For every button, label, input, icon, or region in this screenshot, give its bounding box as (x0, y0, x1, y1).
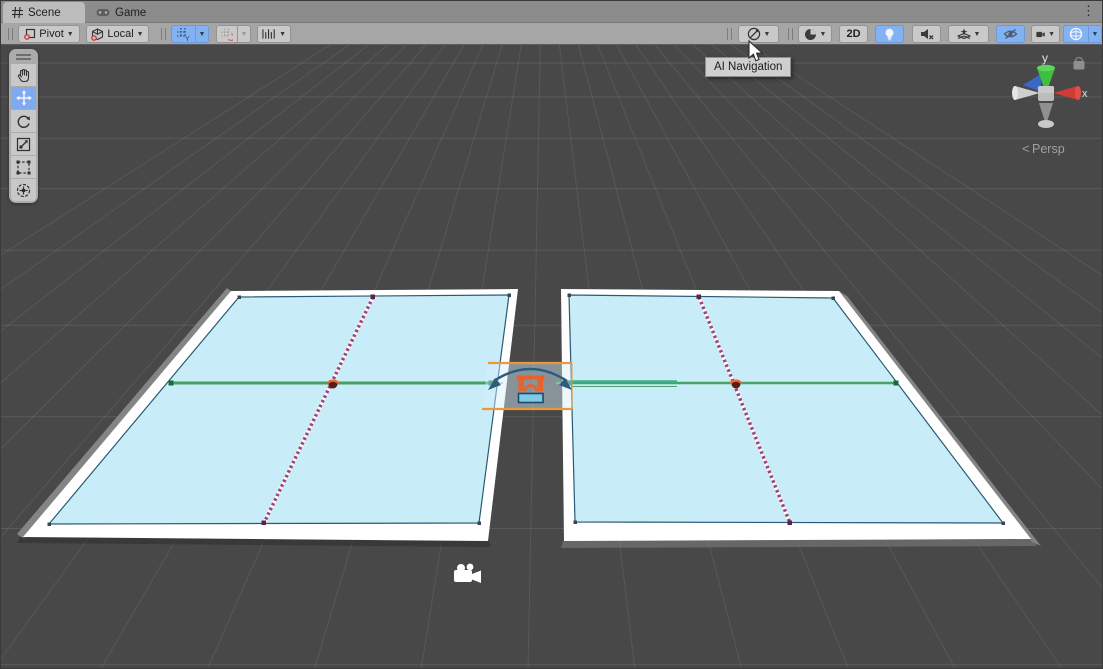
seam-endpoint (262, 521, 267, 526)
snap-increment-dropdown-arrow: ▼ (279, 31, 286, 38)
2d-label: 2D (846, 28, 860, 40)
ai-navigation-dropdown-arrow: ▼ (764, 31, 771, 38)
increment-snap-dropdown[interactable]: ▼ (237, 25, 251, 43)
tools-overlay (9, 49, 38, 203)
effects-button[interactable]: ▼ (948, 25, 989, 43)
axis-negy-cone[interactable] (1038, 103, 1054, 128)
effects-dropdown-arrow: ▼ (974, 31, 981, 38)
link-endpoint (169, 381, 174, 386)
scene-viewport[interactable]: y x (1, 45, 1103, 669)
toolbar-drag-handle[interactable] (8, 28, 13, 40)
transform-tool[interactable] (11, 179, 36, 201)
left-table[interactable] (17, 288, 518, 547)
seam-endpoint (788, 521, 793, 526)
ruler-ticks-icon (262, 28, 276, 40)
grid-snapping-button[interactable]: Y (171, 25, 195, 43)
2d-mode-button[interactable]: 2D (839, 25, 868, 43)
ai-navigation-surface-icon (747, 27, 761, 41)
tab-bar: Scene Game ⋮ (1, 1, 1102, 23)
seam-endpoint (371, 295, 376, 300)
axis-x-cone[interactable] (1053, 86, 1081, 100)
increment-snap-icon (221, 28, 233, 41)
transform-icon (16, 183, 31, 198)
toolbar-drag-handle-2[interactable] (161, 28, 166, 40)
svg-text:Y: Y (185, 36, 190, 41)
rect-tool-icon (16, 160, 31, 175)
scene-visibility-button[interactable] (996, 25, 1025, 43)
effects-layers-icon (957, 28, 971, 41)
pivot-dropdown-arrow: ▼ (67, 31, 74, 38)
camera-dropdown-arrow: ▼ (1048, 31, 1055, 38)
local-dropdown-arrow: ▼ (137, 31, 144, 38)
seam-endpoint (697, 295, 702, 300)
pane-menu-button[interactable]: ⋮ (1082, 3, 1094, 19)
mouse-cursor (746, 40, 766, 64)
overlay-drag-handle-2[interactable] (788, 28, 793, 40)
hand-icon (16, 68, 31, 83)
overlay-drag-handle[interactable] (727, 28, 732, 40)
local-label: Local (107, 28, 133, 40)
tab-scene[interactable]: Scene (3, 2, 85, 23)
axis-x-label: x (1082, 88, 1088, 100)
rotate-icon (16, 114, 31, 129)
draw-mode-dropdown-arrow: ▼ (820, 31, 827, 38)
grid-snap-dropdown-arrow: ▼ (199, 31, 206, 38)
tab-scene-label: Scene (28, 7, 61, 19)
grid-snap-icon: Y (177, 28, 190, 41)
right-table[interactable] (556, 289, 1041, 548)
pivot-label: Pivot (39, 28, 63, 40)
gizmos-dropdown-arrow: ▼ (1092, 31, 1099, 38)
audio-mute-button[interactable] (912, 25, 941, 43)
link-endpoint (894, 381, 899, 386)
speaker-muted-icon (920, 28, 934, 40)
pivot-icon (24, 28, 36, 40)
grid-snapping-dropdown[interactable]: ▼ (195, 25, 209, 43)
camera-icon (1036, 29, 1045, 40)
snap-increment-button[interactable]: ▼ (257, 25, 291, 43)
axis-cube-top (1038, 86, 1054, 93)
axis-gizmo: y x (1012, 51, 1088, 156)
axis-y-label: y (1042, 51, 1048, 65)
lightbulb-icon (884, 28, 895, 41)
scale-icon (16, 137, 31, 152)
camera-gizmo[interactable] (454, 564, 481, 583)
camera-settings-button[interactable]: ▼ (1031, 25, 1060, 43)
scene-toolbar: Pivot ▼ Local ▼ Y ▼ ▼ ▼ ▼ (1, 23, 1102, 45)
scene-grid-icon (12, 7, 23, 18)
lock-icon[interactable] (1074, 58, 1085, 70)
gizmos-dropdown[interactable]: ▼ (1088, 25, 1102, 43)
perspective-grid (1, 45, 1103, 669)
unity-scene-view-window: Scene Game ⋮ Pivot ▼ Local ▼ Y ▼ ▼ (0, 0, 1103, 669)
move-tool[interactable] (11, 87, 36, 109)
gizmos-sphere-icon (1069, 27, 1083, 41)
gamepad-icon (96, 8, 110, 17)
increment-snap-button[interactable] (216, 25, 237, 43)
move-icon (16, 90, 32, 106)
persp-chevron[interactable]: < (1022, 141, 1030, 156)
scene-lighting-button[interactable] (875, 25, 904, 43)
rotate-tool[interactable] (11, 110, 36, 132)
local-cube-icon (91, 28, 104, 41)
right-navmesh (569, 295, 1003, 523)
draw-mode-button[interactable]: ▼ (798, 25, 832, 43)
scale-tool[interactable] (11, 133, 36, 155)
rect-tool[interactable] (11, 156, 36, 178)
tools-overlay-handle[interactable] (16, 54, 31, 60)
eye-slash-icon (1003, 28, 1018, 40)
persp-label[interactable]: Persp (1032, 142, 1065, 156)
view-hand-tool[interactable] (11, 64, 36, 86)
navmesh-link-selected[interactable] (482, 363, 572, 409)
gizmos-button[interactable] (1063, 25, 1088, 43)
pivot-mode-button[interactable]: Pivot ▼ (18, 25, 80, 43)
local-space-button[interactable]: Local ▼ (86, 25, 149, 43)
shaded-sphere-icon (804, 28, 817, 41)
tab-game[interactable]: Game (87, 2, 155, 23)
tab-game-label: Game (115, 7, 146, 19)
increment-snap-dropdown-arrow: ▼ (241, 31, 248, 38)
